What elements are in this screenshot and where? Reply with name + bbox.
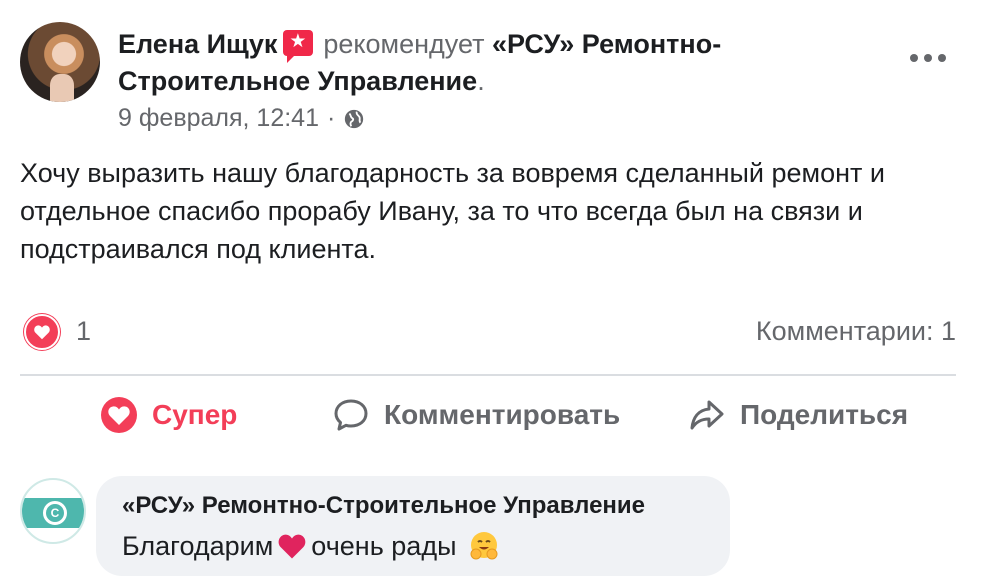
comments-count[interactable]: Комментарии: 1 (756, 316, 956, 347)
more-dot (924, 54, 932, 62)
page-avatar[interactable]: С (20, 478, 86, 544)
more-dot (938, 54, 946, 62)
comment-author[interactable]: «РСУ» Ремонтно-Строительное Управление (122, 492, 645, 520)
comment-text-before: Благодарим (122, 530, 274, 561)
recommend-star-icon (283, 30, 314, 63)
reaction-count[interactable]: 1 (76, 316, 91, 347)
page-logo-icon: С (43, 501, 67, 525)
post-header: Елена Ищукрекомендует «РСУ» Ремонтно-Стр… (20, 22, 964, 142)
share-arrow-icon (690, 400, 724, 430)
red-heart-icon (278, 534, 306, 559)
more-options-icon[interactable] (910, 52, 946, 64)
share-button[interactable]: Поделиться (688, 396, 908, 434)
globe-icon[interactable] (343, 108, 365, 130)
reactions-bar: 1 Комментарии: 1 (20, 312, 964, 354)
post-title-line: Елена Ищукрекомендует «РСУ» Ремонтно-Стр… (118, 26, 898, 100)
action-bar: Супер Комментировать Поделиться (20, 388, 964, 446)
comment-label: Комментировать (384, 399, 621, 430)
trailing-period: . (477, 66, 485, 96)
meta-separator: · (327, 104, 336, 132)
love-icon (101, 397, 137, 433)
love-label: Супер (152, 399, 238, 430)
post-meta: 9 февраля, 12:41 · (118, 104, 365, 133)
comment-bubble: «РСУ» Ремонтно-Строительное Управление Б… (96, 476, 730, 576)
comment-icon (334, 399, 368, 431)
post-date[interactable]: 9 февраля, 12:41 (118, 104, 319, 133)
hugging-face-icon (470, 532, 498, 560)
comment-button[interactable]: Комментировать (332, 396, 620, 434)
comment-text-after: очень рады (311, 530, 457, 561)
action-text: рекомендует (323, 29, 485, 59)
love-button[interactable]: Супер (100, 396, 237, 434)
love-reaction-icon[interactable] (24, 314, 60, 350)
divider (20, 374, 956, 376)
more-dot (910, 54, 918, 62)
comment: С «РСУ» Ремонтно-Строительное Управление… (20, 476, 964, 576)
comment-text: Благодарим очень рады (122, 530, 500, 562)
share-label: Поделиться (740, 399, 909, 430)
author-name[interactable]: Елена Ищук (118, 29, 277, 59)
author-avatar[interactable] (20, 22, 100, 102)
post-body: Хочу выразить нашу благодарность за вовр… (20, 158, 885, 264)
